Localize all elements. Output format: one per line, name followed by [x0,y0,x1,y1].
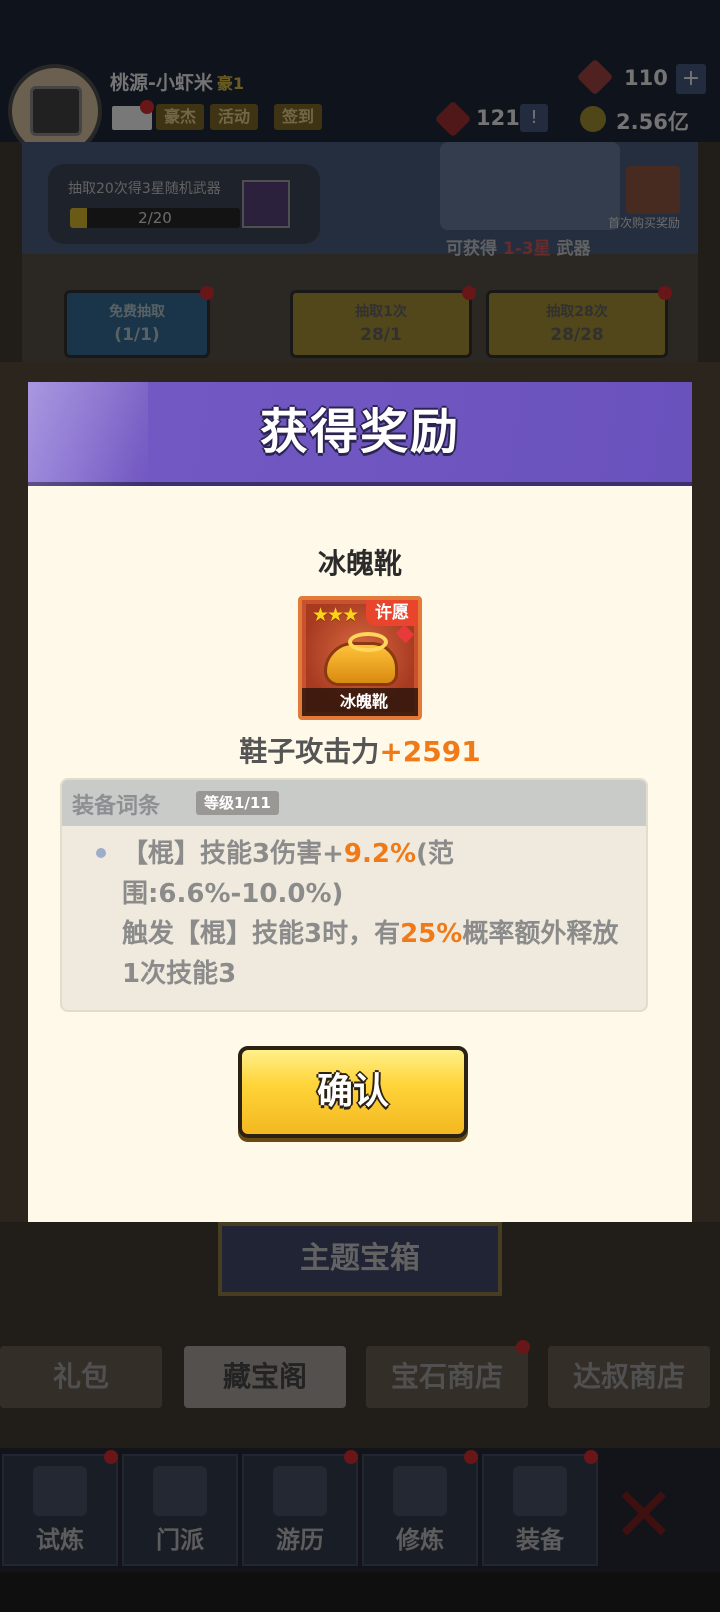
affix-line2-value: 25% [400,919,463,949]
reward-modal: 获得奖励 冰魄靴 ★★★ 许愿 冰魄靴 鞋子攻击力+2591 装备词条 等级1/… [28,382,692,1222]
star-rating: ★★★ [312,604,359,626]
attack-value: +2591 [379,735,481,768]
item-card[interactable]: ★★★ 许愿 冰魄靴 [298,596,422,720]
wish-tag: 许愿 [366,600,418,626]
confirm-button[interactable]: 确认 [238,1046,468,1138]
boot-swirl [348,632,388,652]
item-name: 冰魄靴 [317,547,402,580]
affix-line1-value: 9.2% [343,839,416,869]
confirm-label: 确认 [316,1071,389,1112]
modal-header: 获得奖励 [28,382,692,486]
affix-header: 装备词条 等级1/11 [62,780,646,826]
bullet-icon [96,848,106,858]
attack-label: 鞋子攻击力 [239,735,380,768]
affix-description: 【棍】技能3伤害+9.2%(范围:6.6%-10.0%) 触发【棍】技能3时，有… [122,834,630,994]
affix-line2-text: 触发【棍】技能3时，有 [122,919,401,949]
modal-title: 获得奖励 [259,404,460,460]
affix-line1-text: 【棍】技能3伤害+ [122,839,344,869]
attack-stat: 鞋子攻击力+2591 [28,730,692,770]
affix-panel: 装备词条 等级1/11 【棍】技能3伤害+9.2%(范围:6.6%-10.0%)… [60,778,648,1012]
affix-level-badge: 等级1/11 [196,791,279,815]
affix-title: 装备词条 [72,794,161,819]
item-card-label: 冰魄靴 [302,688,418,716]
